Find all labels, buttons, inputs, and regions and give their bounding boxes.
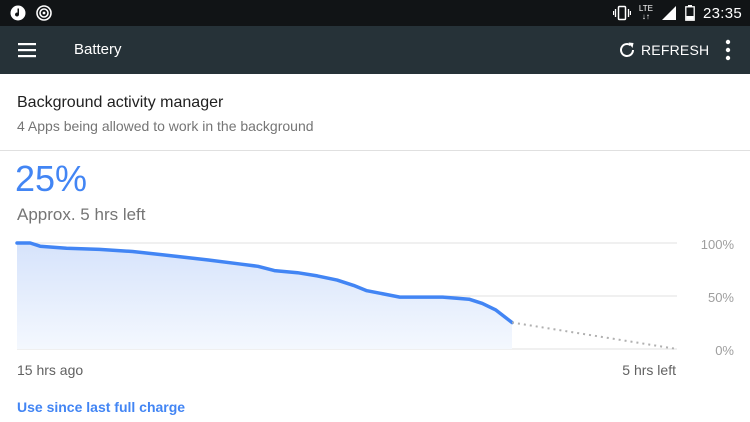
app-toolbar: Battery REFRESH bbox=[0, 26, 750, 74]
battery-percentage: 25% bbox=[15, 158, 88, 199]
refresh-label: REFRESH bbox=[641, 42, 710, 58]
clock: 23:35 bbox=[702, 4, 742, 22]
y-tick-label: 50% bbox=[707, 290, 734, 305]
battery-usage-chart bbox=[15, 241, 678, 350]
vibrate-icon bbox=[612, 5, 631, 21]
hamburger-menu-icon bbox=[18, 43, 36, 58]
background-manager-subtitle: 4 Apps being allowed to work in the back… bbox=[17, 118, 314, 134]
use-since-full-charge-link[interactable]: Use since last full charge bbox=[17, 399, 185, 415]
music-note-icon bbox=[10, 5, 26, 21]
refresh-icon bbox=[620, 42, 634, 57]
y-tick-label: 0% bbox=[715, 343, 734, 358]
divider bbox=[0, 150, 750, 151]
page-title: Battery bbox=[74, 41, 122, 58]
signal-icon bbox=[661, 6, 676, 20]
wireless-icon bbox=[36, 5, 52, 21]
x-end-label: 5 hrs left bbox=[622, 362, 676, 378]
status-bar: LTE ↓↑ 23:35 bbox=[0, 0, 750, 26]
battery-projection-line bbox=[511, 321, 678, 350]
battery-icon bbox=[685, 5, 695, 21]
x-start-label: 15 hrs ago bbox=[17, 362, 84, 378]
more-options-button[interactable] bbox=[718, 36, 738, 64]
more-vert-icon bbox=[725, 39, 731, 61]
lte-indicator: LTE ↓↑ bbox=[638, 4, 653, 21]
menu-button[interactable] bbox=[14, 38, 40, 62]
background-activity-manager-item[interactable]: Background activity manager 4 Apps being… bbox=[0, 74, 750, 151]
y-tick-label: 100% bbox=[700, 237, 734, 252]
refresh-button[interactable]: REFRESH bbox=[617, 37, 709, 63]
background-manager-title: Background activity manager bbox=[17, 94, 224, 111]
battery-time-estimate: Approx. 5 hrs left bbox=[17, 205, 146, 224]
